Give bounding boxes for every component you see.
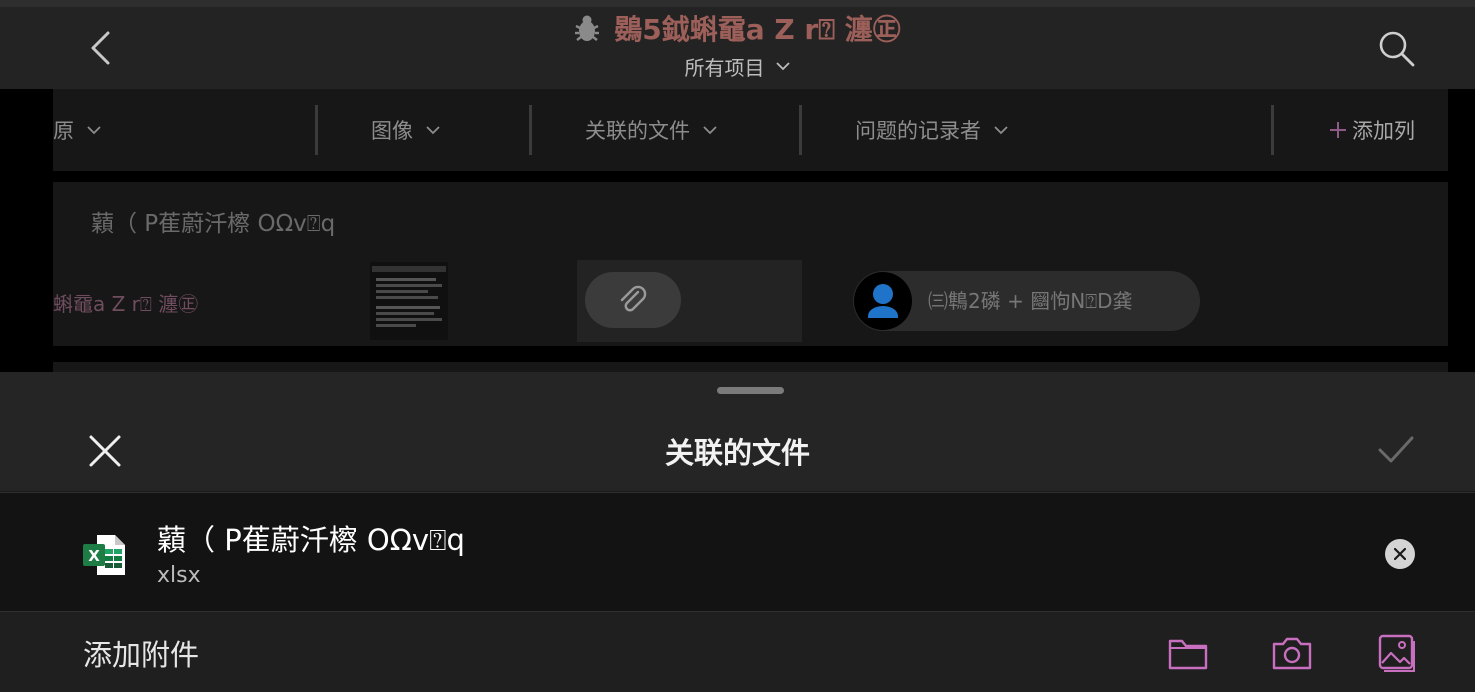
chevron-down-icon xyxy=(994,126,1008,135)
attached-file-item[interactable]: X 蘔（ P萑蔚汘檫 OΩv⍰q xlsx xyxy=(0,492,1475,612)
paperclip-icon xyxy=(620,285,647,312)
sheet-header: 关联的文件 xyxy=(0,372,1475,491)
remove-file-button[interactable] xyxy=(1385,539,1415,569)
add-column-button[interactable]: 添加列 xyxy=(1328,89,1415,171)
view-selector[interactable]: 所有项目 xyxy=(0,50,1475,82)
camera-icon[interactable] xyxy=(1270,633,1314,673)
column-label: 原 xyxy=(53,119,74,143)
reporter-chip[interactable]: ㈢鶽2磷 + 圝怐N⍰D龚 xyxy=(853,271,1200,331)
folder-icon[interactable] xyxy=(1166,633,1210,673)
checkmark-icon[interactable] xyxy=(1377,434,1415,466)
excel-file-icon: X xyxy=(83,535,125,575)
view-name: 所有项目 xyxy=(684,55,765,80)
file-extension: xlsx xyxy=(157,563,201,588)
column-divider[interactable] xyxy=(315,105,318,155)
photo-gallery-icon[interactable] xyxy=(1374,633,1418,673)
search-icon[interactable] xyxy=(1376,28,1416,68)
avatar xyxy=(854,272,912,330)
sheet-title: 关联的文件 xyxy=(664,436,810,470)
linked-files-cell[interactable] xyxy=(577,260,802,342)
reporter-name: ㈢鶽2磷 + 圝怐N⍰D龚 xyxy=(928,289,1133,313)
column-header-reporter[interactable]: 问题的记录者 xyxy=(855,89,1009,171)
linked-files-sheet: 关联的文件 X 蘔（ P萑蔚汘檫 OΩv⍰q xlsx 添加附件 xyxy=(0,372,1475,692)
column-header-bar: 原 图像 关联的文件 问题的记录者 添加列 xyxy=(53,89,1448,171)
list-title: 鷃5鉞蝌黿a Z r⍰ 瀍㊣ xyxy=(614,13,901,46)
column-header-image[interactable]: 图像 xyxy=(371,89,441,171)
plus-icon xyxy=(1330,122,1346,138)
list-item[interactable]: 蘔（ P萑蔚汘檫 OΩv⍰q 蝌黿a Z r⍰ 瀍㊣ ㈢鶽2磷 + 圝怐N⍰D龚 xyxy=(53,182,1448,346)
title-row[interactable]: 鷃5鉞蝌黿a Z r⍰ 瀍㊣ xyxy=(0,8,1475,48)
column-label: 问题的记录者 xyxy=(855,119,981,143)
top-app-bar: 鷃5鉞蝌黿a Z r⍰ 瀍㊣ 所有项目 xyxy=(0,0,1475,89)
item-link[interactable]: 蝌黿a Z r⍰ 瀍㊣ xyxy=(53,288,198,317)
image-thumbnail[interactable] xyxy=(370,262,448,340)
column-header-source[interactable]: 原 xyxy=(53,89,102,171)
chevron-down-icon xyxy=(703,126,717,135)
add-attachment-bar: 添加附件 xyxy=(0,612,1475,692)
attachment-pill[interactable] xyxy=(585,272,681,328)
chevron-down-icon xyxy=(775,62,790,71)
close-icon xyxy=(1394,548,1406,560)
column-header-linked-files[interactable]: 关联的文件 xyxy=(585,89,718,171)
column-divider[interactable] xyxy=(1271,105,1274,155)
column-divider[interactable] xyxy=(529,105,532,155)
add-attachment-label: 添加附件 xyxy=(83,638,200,672)
drag-handle[interactable] xyxy=(717,387,784,394)
column-divider[interactable] xyxy=(799,105,802,155)
bug-icon xyxy=(575,15,600,41)
column-label: 图像 xyxy=(371,119,413,143)
status-strip xyxy=(0,0,1475,7)
add-column-label: 添加列 xyxy=(1352,119,1415,143)
file-name: 蘔（ P萑蔚汘檫 OΩv⍰q xyxy=(157,523,465,557)
chevron-down-icon xyxy=(87,126,101,135)
svg-text:X: X xyxy=(88,547,100,565)
item-title: 蘔（ P萑蔚汘檫 OΩv⍰q xyxy=(91,211,336,237)
column-label: 关联的文件 xyxy=(585,119,690,143)
person-icon xyxy=(868,284,898,318)
chevron-down-icon xyxy=(426,126,440,135)
